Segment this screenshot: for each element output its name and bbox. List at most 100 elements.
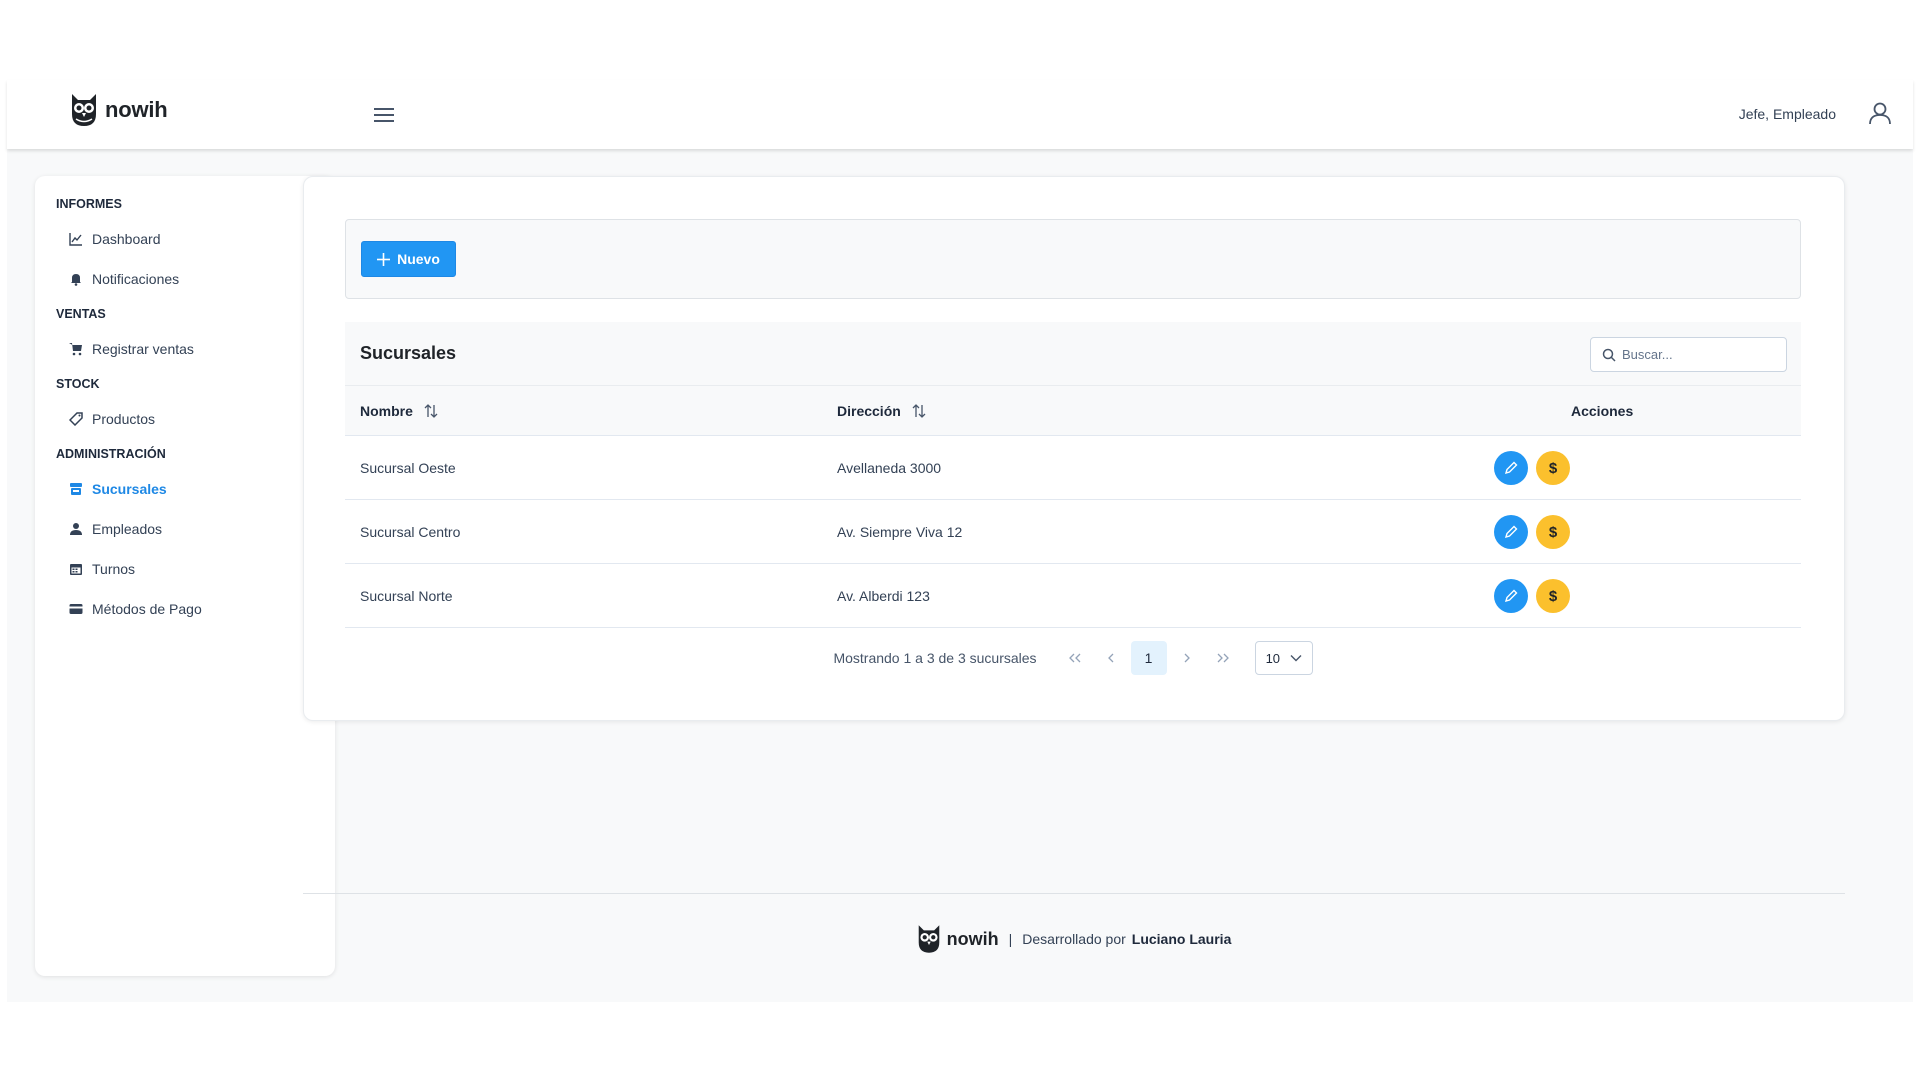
cell-nombre: Sucursal Oeste [360, 460, 456, 476]
last-page-button[interactable] [1205, 641, 1241, 675]
cell-acciones: $ [1494, 436, 1578, 500]
footer-author: Luciano Lauria [1131, 931, 1232, 947]
topbar: nowih Jefe, Empleado [7, 80, 1913, 149]
sidebar-item-sucursales[interactable]: Sucursales [35, 474, 335, 504]
sidebar-item-metodos-de-pago[interactable]: Métodos de Pago [35, 594, 335, 624]
column-label: Dirección [837, 403, 901, 419]
tag-icon [69, 412, 83, 426]
credit-card-icon [69, 604, 83, 614]
rows-per-page-value: 10 [1265, 650, 1281, 666]
column-header-direccion[interactable]: Dirección [837, 386, 926, 436]
table-column-headers: Nombre Dirección Acciones [345, 386, 1801, 436]
plus-icon [377, 252, 391, 266]
table-row: Sucursal Oeste Avellaneda 3000 $ [345, 436, 1801, 500]
user-profile-icon [1869, 102, 1891, 125]
pagination: Mostrando 1 a 3 de 3 sucursales 1 10 [345, 628, 1801, 688]
pencil-icon [1504, 461, 1518, 475]
edit-button[interactable] [1494, 515, 1528, 549]
chevrons-right-icon [1217, 653, 1229, 663]
owl-logo-icon [72, 94, 96, 126]
sidebar-section-stock: STOCK [56, 377, 100, 391]
sidebar-item-empleados[interactable]: Empleados [35, 514, 335, 544]
column-label: Nombre [360, 403, 413, 419]
cell-acciones: $ [1494, 564, 1578, 628]
cell-direccion: Avellaneda 3000 [837, 460, 942, 476]
store-icon [70, 483, 82, 495]
rows-per-page-select[interactable]: 10 [1254, 641, 1313, 675]
sidebar-item-notificaciones[interactable]: Notificaciones [35, 264, 335, 294]
sidebar-item-label: Sucursales [92, 481, 167, 497]
pencil-icon [1504, 589, 1518, 603]
payment-button[interactable]: $ [1536, 579, 1570, 613]
chevron-down-icon [1290, 655, 1302, 662]
sort-icon [912, 404, 926, 418]
table-row: Sucursal Norte Av. Alberdi 123 $ [345, 564, 1801, 628]
user-icon [70, 523, 82, 535]
sidebar-item-label: Registrar ventas [92, 341, 194, 357]
main-card: Nuevo Sucursales Nombre Dirección [303, 176, 1845, 721]
cell-nombre: Sucursal Norte [360, 588, 453, 604]
sidebar-item-label: Productos [92, 411, 156, 427]
chart-line-icon [69, 233, 82, 246]
toolbar: Nuevo [345, 219, 1801, 299]
page-button-current[interactable]: 1 [1130, 641, 1167, 675]
footer-separator: | [1008, 931, 1013, 947]
new-button[interactable]: Nuevo [361, 241, 456, 277]
bell-icon [71, 274, 81, 286]
cell-acciones: $ [1494, 500, 1578, 564]
sucursales-table: Sucursales Nombre Dirección Acciones [345, 322, 1801, 688]
edit-button[interactable] [1494, 451, 1528, 485]
pagination-info: Mostrando 1 a 3 de 3 sucursales [833, 650, 1037, 666]
column-label: Acciones [1571, 403, 1634, 419]
table-row: Sucursal Centro Av. Siempre Viva 12 $ [345, 500, 1801, 564]
user-role-label: Jefe, Empleado [1738, 106, 1836, 122]
sidebar-item-label: Dashboard [92, 231, 161, 247]
owl-logo-icon [918, 925, 939, 953]
search-icon [1602, 348, 1616, 362]
chevrons-left-icon [1068, 653, 1081, 663]
sidebar-item-registrar-ventas[interactable]: Registrar ventas [35, 334, 335, 364]
brand-name: nowih [105, 97, 168, 122]
pencil-icon [1504, 525, 1518, 539]
app-shell: nowih Jefe, Empleado INFORMES Dashboard … [7, 80, 1913, 1002]
cell-direccion: Av. Siempre Viva 12 [837, 524, 963, 540]
payment-button[interactable]: $ [1536, 451, 1570, 485]
sidebar-item-turnos[interactable]: Turnos [35, 554, 335, 584]
next-page-button[interactable] [1169, 641, 1205, 675]
footer-brand-name: nowih [946, 928, 999, 949]
cell-nombre: Sucursal Centro [360, 524, 461, 540]
sidebar-item-productos[interactable]: Productos [35, 404, 335, 434]
footer-content: nowih | Desarrollado por Luciano Lauria [303, 923, 1845, 955]
edit-button[interactable] [1494, 579, 1528, 613]
payment-button[interactable]: $ [1536, 515, 1570, 549]
first-page-button[interactable] [1057, 641, 1093, 675]
table-title: Sucursales [360, 343, 457, 363]
sidebar-item-label: Empleados [92, 521, 163, 537]
footer-developed-by: Desarrollado por [1022, 931, 1126, 947]
new-button-label: Nuevo [397, 251, 440, 267]
chevron-right-icon [1184, 653, 1190, 663]
cell-direccion: Av. Alberdi 123 [837, 588, 930, 604]
sidebar-section-administracion: ADMINISTRACIÓN [56, 447, 166, 461]
calendar-icon [70, 564, 82, 575]
sidebar-item-label: Métodos de Pago [92, 601, 202, 617]
column-header-acciones: Acciones [1571, 386, 1633, 436]
sidebar: INFORMES Dashboard Notificaciones VENTAS… [35, 176, 335, 976]
hamburger-icon [374, 108, 394, 122]
search-input[interactable] [1622, 347, 1772, 362]
sidebar-section-informes: INFORMES [56, 197, 122, 211]
table-header: Sucursales [345, 322, 1801, 386]
user-menu-button[interactable] [1867, 100, 1893, 126]
sidebar-item-label: Notificaciones [92, 271, 180, 287]
sort-icon [424, 404, 438, 418]
cart-icon [69, 343, 82, 356]
search-box [1590, 337, 1787, 372]
chevron-left-icon [1107, 653, 1114, 663]
brand-logo[interactable]: nowih [70, 92, 168, 128]
menu-toggle-button[interactable] [372, 104, 396, 126]
sidebar-item-dashboard[interactable]: Dashboard [35, 224, 335, 254]
prev-page-button[interactable] [1093, 641, 1129, 675]
column-header-nombre[interactable]: Nombre [360, 386, 438, 436]
footer: nowih | Desarrollado por Luciano Lauria [303, 893, 1845, 1002]
sidebar-section-ventas: VENTAS [56, 307, 106, 321]
